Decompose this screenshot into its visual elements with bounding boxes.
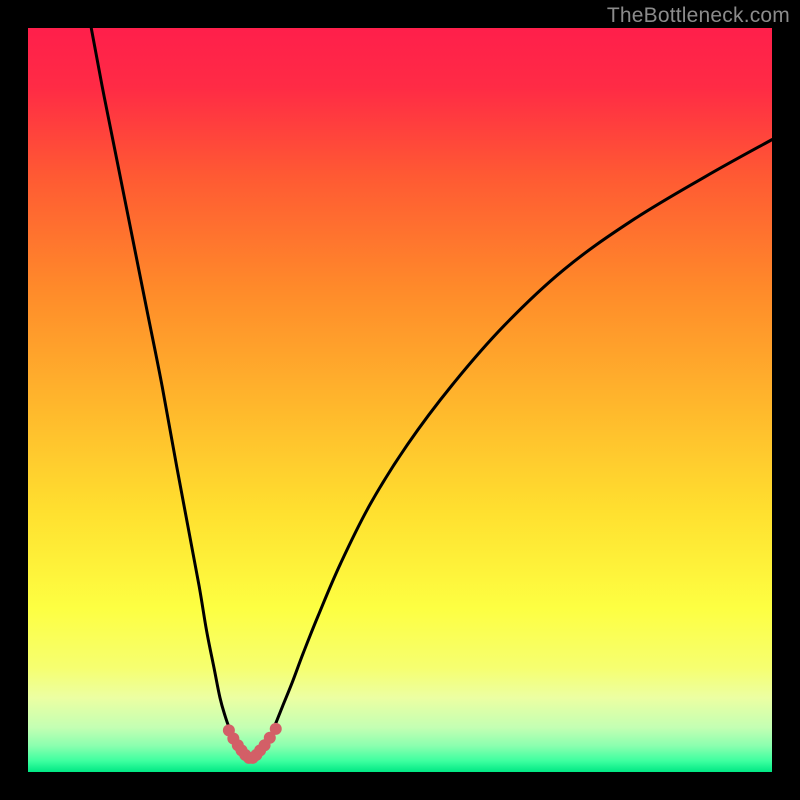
watermark-text: TheBottleneck.com bbox=[607, 4, 790, 28]
valley-marker-dot bbox=[270, 723, 282, 735]
chart-frame bbox=[28, 28, 772, 772]
chart-background-gradient bbox=[28, 28, 772, 772]
bottleneck-chart bbox=[28, 28, 772, 772]
